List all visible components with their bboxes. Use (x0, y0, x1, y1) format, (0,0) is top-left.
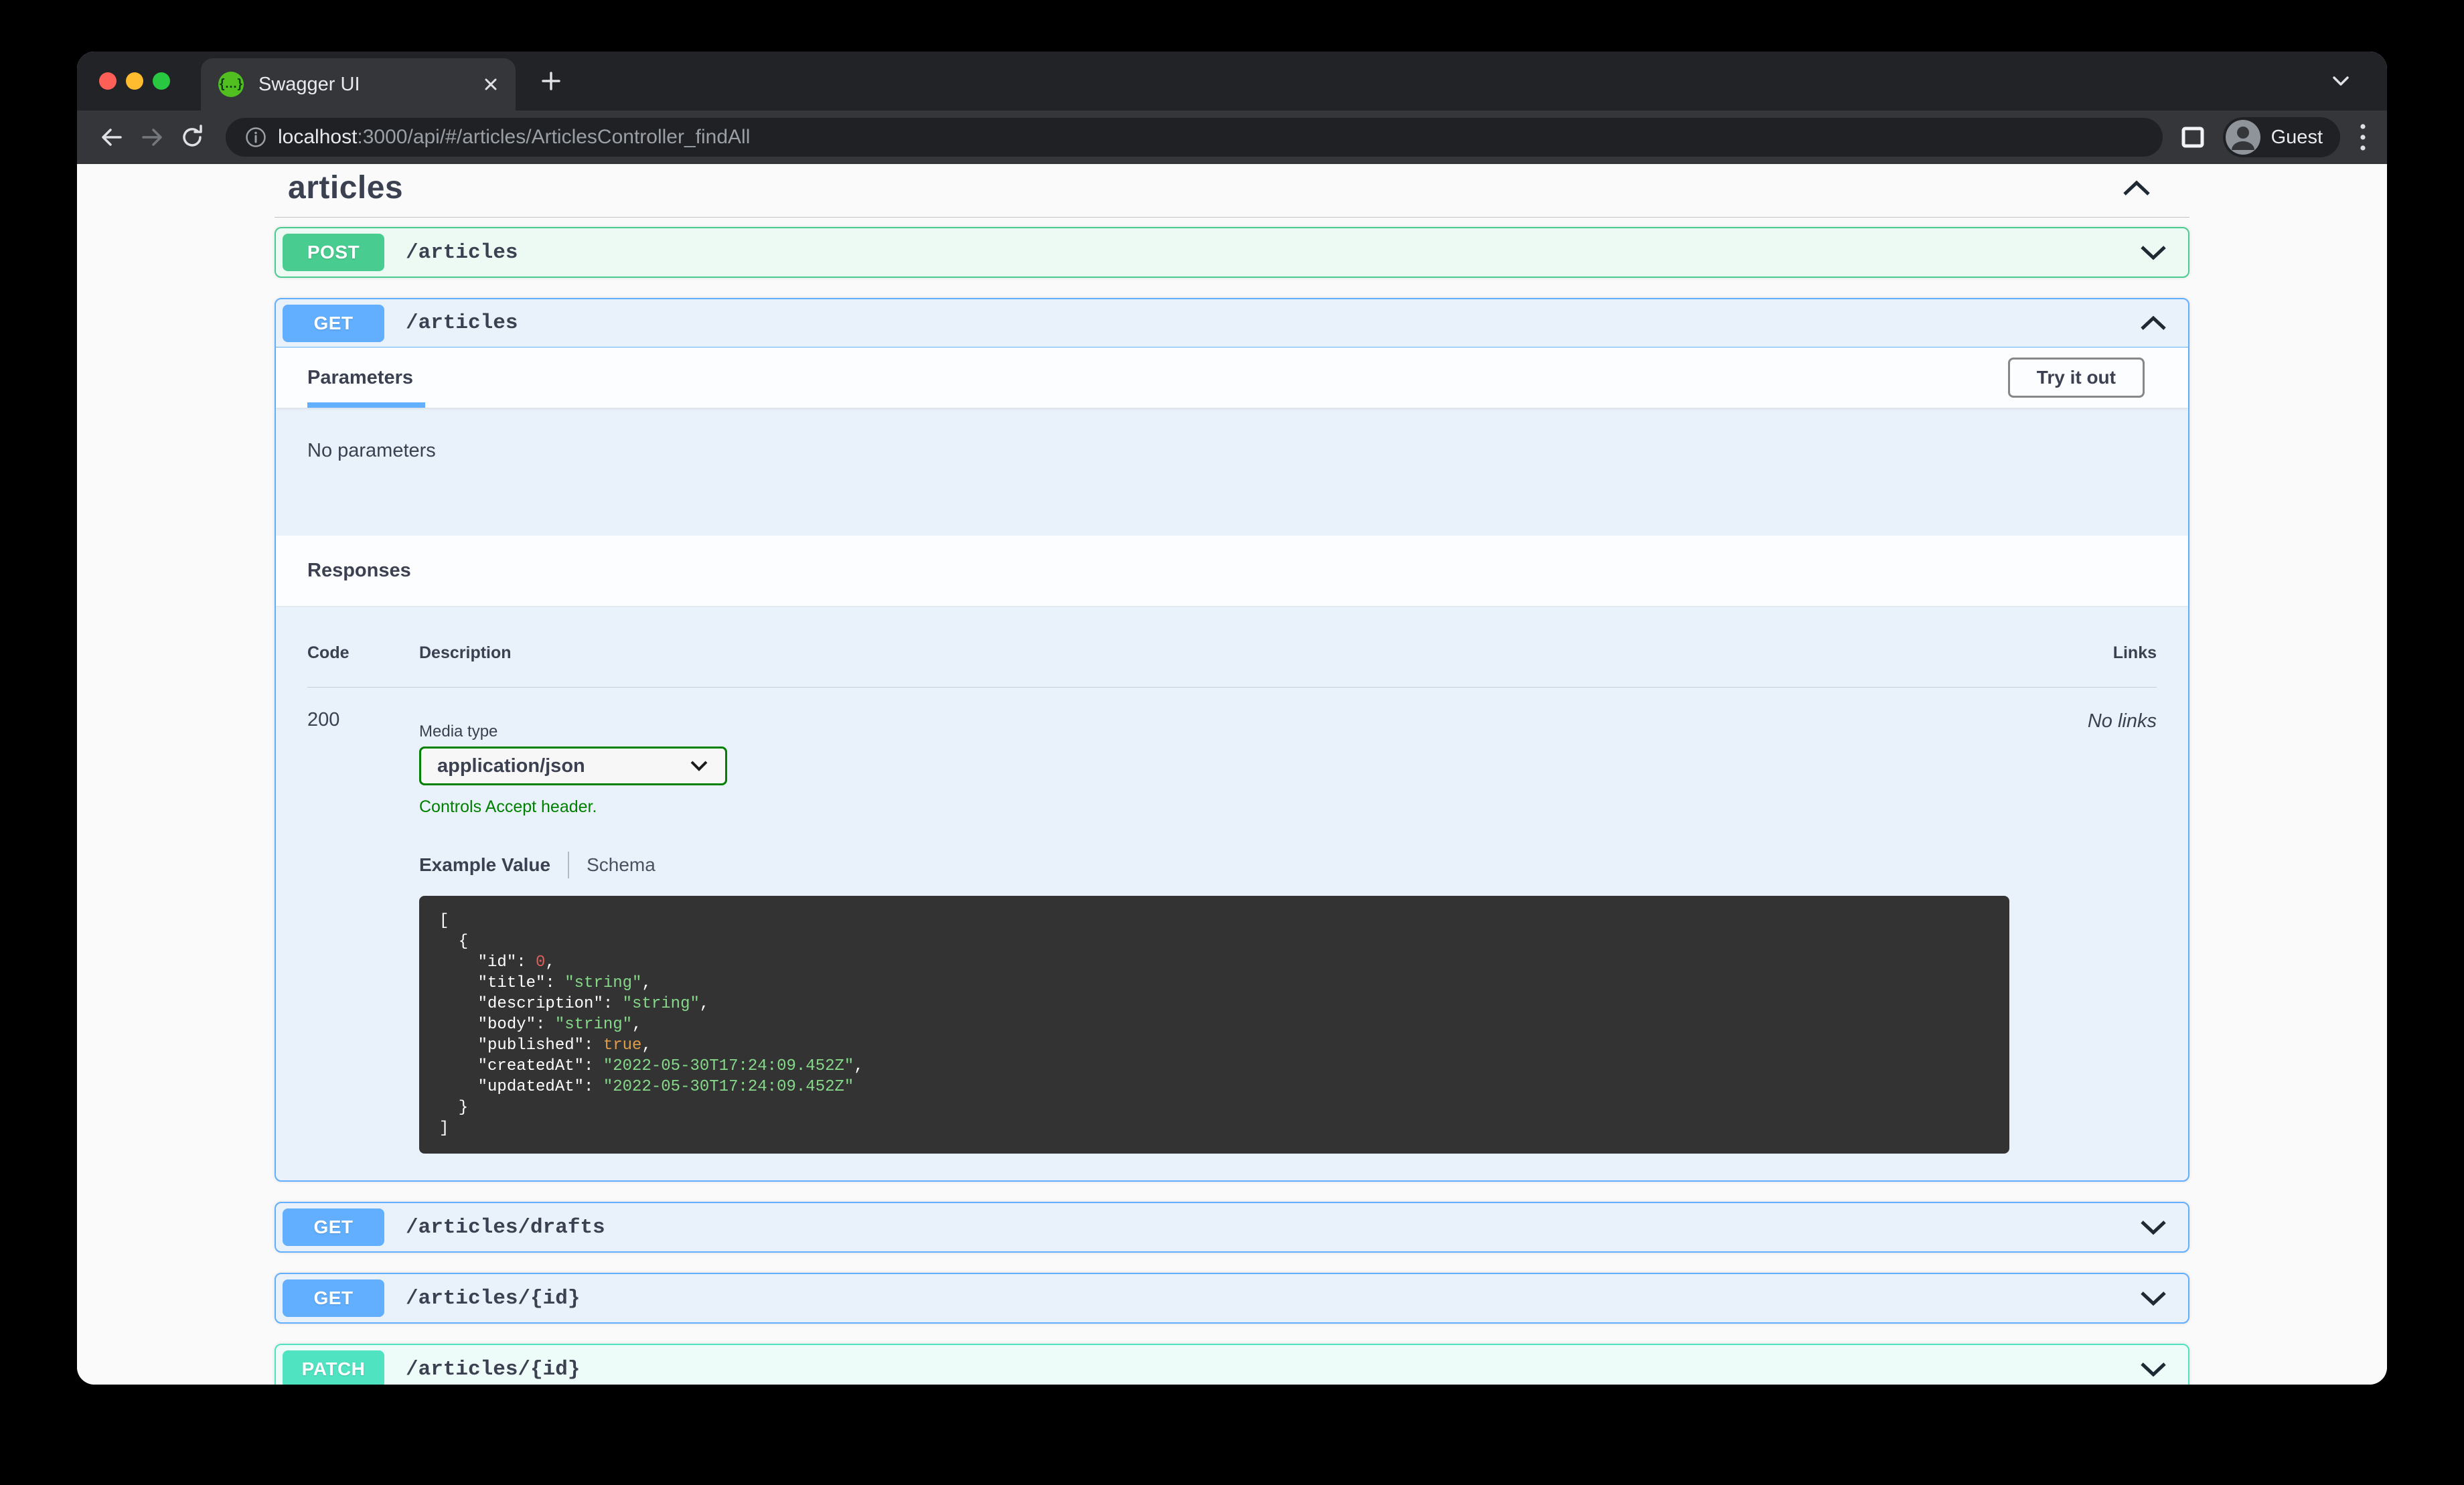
new-tab-button[interactable] (539, 69, 563, 93)
tab-close-icon[interactable] (481, 74, 501, 94)
opblock-get-articles-id-header[interactable]: GET /articles/{id} (276, 1274, 2188, 1322)
op-path: /articles/drafts (406, 1215, 605, 1239)
tag-collapse-chevron-up-icon[interactable] (2121, 179, 2153, 197)
side-panel-icon[interactable] (2180, 125, 2206, 150)
responses-section-header: Responses (276, 536, 2188, 606)
op-path: /articles (406, 311, 518, 335)
menu-kebab-icon[interactable] (2359, 121, 2367, 153)
tab-search-chevron-icon[interactable] (2329, 74, 2352, 92)
site-info-icon[interactable] (244, 126, 267, 149)
collapse-chevron-up-icon[interactable] (2139, 315, 2168, 331)
tab-example-value[interactable]: Example Value (419, 854, 550, 876)
swagger-favicon-icon: {…} (218, 72, 244, 97)
opblock-get-articles-drafts-header[interactable]: GET /articles/drafts (276, 1203, 2188, 1251)
browser-window: {…} Swagger UI localhost:3000/api/#/arti… (77, 52, 2387, 1385)
opblock-get-articles-header[interactable]: GET /articles (276, 299, 2188, 347)
opblock-post-articles: POST /articles (275, 227, 2189, 278)
response-row-200: 200 Media type application/json Controls… (307, 688, 2157, 1154)
select-chevron-down-icon (689, 760, 709, 772)
no-links-text: No links (2087, 710, 2157, 732)
no-parameters-text: No parameters (307, 440, 436, 461)
parameters-tab-header: Parameters Try it out (276, 347, 2188, 408)
method-badge-get: GET (283, 1208, 384, 1246)
tab-strip: {…} Swagger UI (77, 52, 2387, 110)
tag-title: articles (288, 170, 404, 206)
url-text: localhost:3000/api/#/articles/ArticlesCo… (278, 126, 750, 149)
opblock-patch-articles-id: PATCH /articles/{id} (275, 1344, 2189, 1385)
tab-parameters[interactable]: Parameters (307, 347, 425, 408)
opblock-patch-articles-id-header[interactable]: PATCH /articles/{id} (276, 1345, 2188, 1385)
expand-chevron-down-icon[interactable] (2139, 1219, 2168, 1235)
tag-section-header[interactable]: articles (275, 164, 2189, 218)
responses-table: Code Description Links 200 Media type ap… (276, 606, 2188, 1180)
method-badge-patch: PATCH (283, 1350, 384, 1385)
method-badge-get: GET (283, 304, 384, 342)
media-type-value: application/json (437, 755, 585, 777)
minimize-window-button[interactable] (126, 72, 143, 90)
profile-name: Guest (2270, 126, 2323, 148)
responses-table-head: Code Description Links (307, 643, 2157, 688)
try-it-out-button[interactable]: Try it out (2007, 358, 2145, 398)
response-code: 200 (307, 709, 340, 730)
opblock-post-articles-header[interactable]: POST /articles (276, 228, 2188, 277)
expand-chevron-down-icon[interactable] (2139, 244, 2168, 260)
op-path: /articles/{id} (406, 1286, 581, 1310)
method-badge-get: GET (283, 1279, 384, 1317)
page-content: articles POST /articles GET /articles Pa… (77, 164, 2387, 1385)
browser-toolbar: localhost:3000/api/#/articles/ArticlesCo… (77, 110, 2387, 164)
close-window-button[interactable] (99, 72, 117, 90)
media-type-select[interactable]: application/json (419, 747, 727, 785)
address-bar[interactable]: localhost:3000/api/#/articles/ArticlesCo… (226, 118, 2163, 157)
expand-chevron-down-icon[interactable] (2139, 1361, 2168, 1377)
url-path: :3000/api/#/articles/ArticlesController_… (357, 126, 751, 148)
opblock-get-articles-id: GET /articles/{id} (275, 1273, 2189, 1324)
opblock-get-articles: GET /articles Parameters Try it out No p… (275, 298, 2189, 1182)
browser-tab-swagger-ui[interactable]: {…} Swagger UI (201, 58, 516, 110)
code-column-header: Code (307, 643, 350, 662)
op-path: /articles (406, 240, 518, 264)
media-type-label: Media type (419, 722, 498, 740)
method-badge-post: POST (283, 234, 384, 271)
model-example-tabs: Example Value Schema (419, 852, 2009, 878)
expand-chevron-down-icon[interactable] (2139, 1290, 2168, 1306)
description-column-header: Description (419, 643, 512, 662)
avatar-icon (2225, 120, 2260, 155)
reload-icon[interactable] (177, 123, 207, 152)
links-column-header: Links (2112, 643, 2157, 662)
tab-divider (568, 852, 570, 878)
forward-icon[interactable] (137, 123, 167, 152)
window-controls (99, 72, 170, 90)
url-host: localhost (278, 126, 358, 148)
example-json: [ { "id": 0, "title": "string", "descrip… (419, 896, 2009, 1154)
opblock-get-articles-drafts: GET /articles/drafts (275, 1202, 2189, 1253)
op-path: /articles/{id} (406, 1357, 581, 1381)
tab-schema[interactable]: Schema (587, 854, 656, 876)
profile-button[interactable]: Guest (2222, 117, 2340, 157)
maximize-window-button[interactable] (153, 72, 170, 90)
controls-accept-note: Controls Accept header. (419, 797, 597, 816)
tab-title: Swagger UI (258, 73, 360, 95)
back-icon[interactable] (97, 123, 127, 152)
